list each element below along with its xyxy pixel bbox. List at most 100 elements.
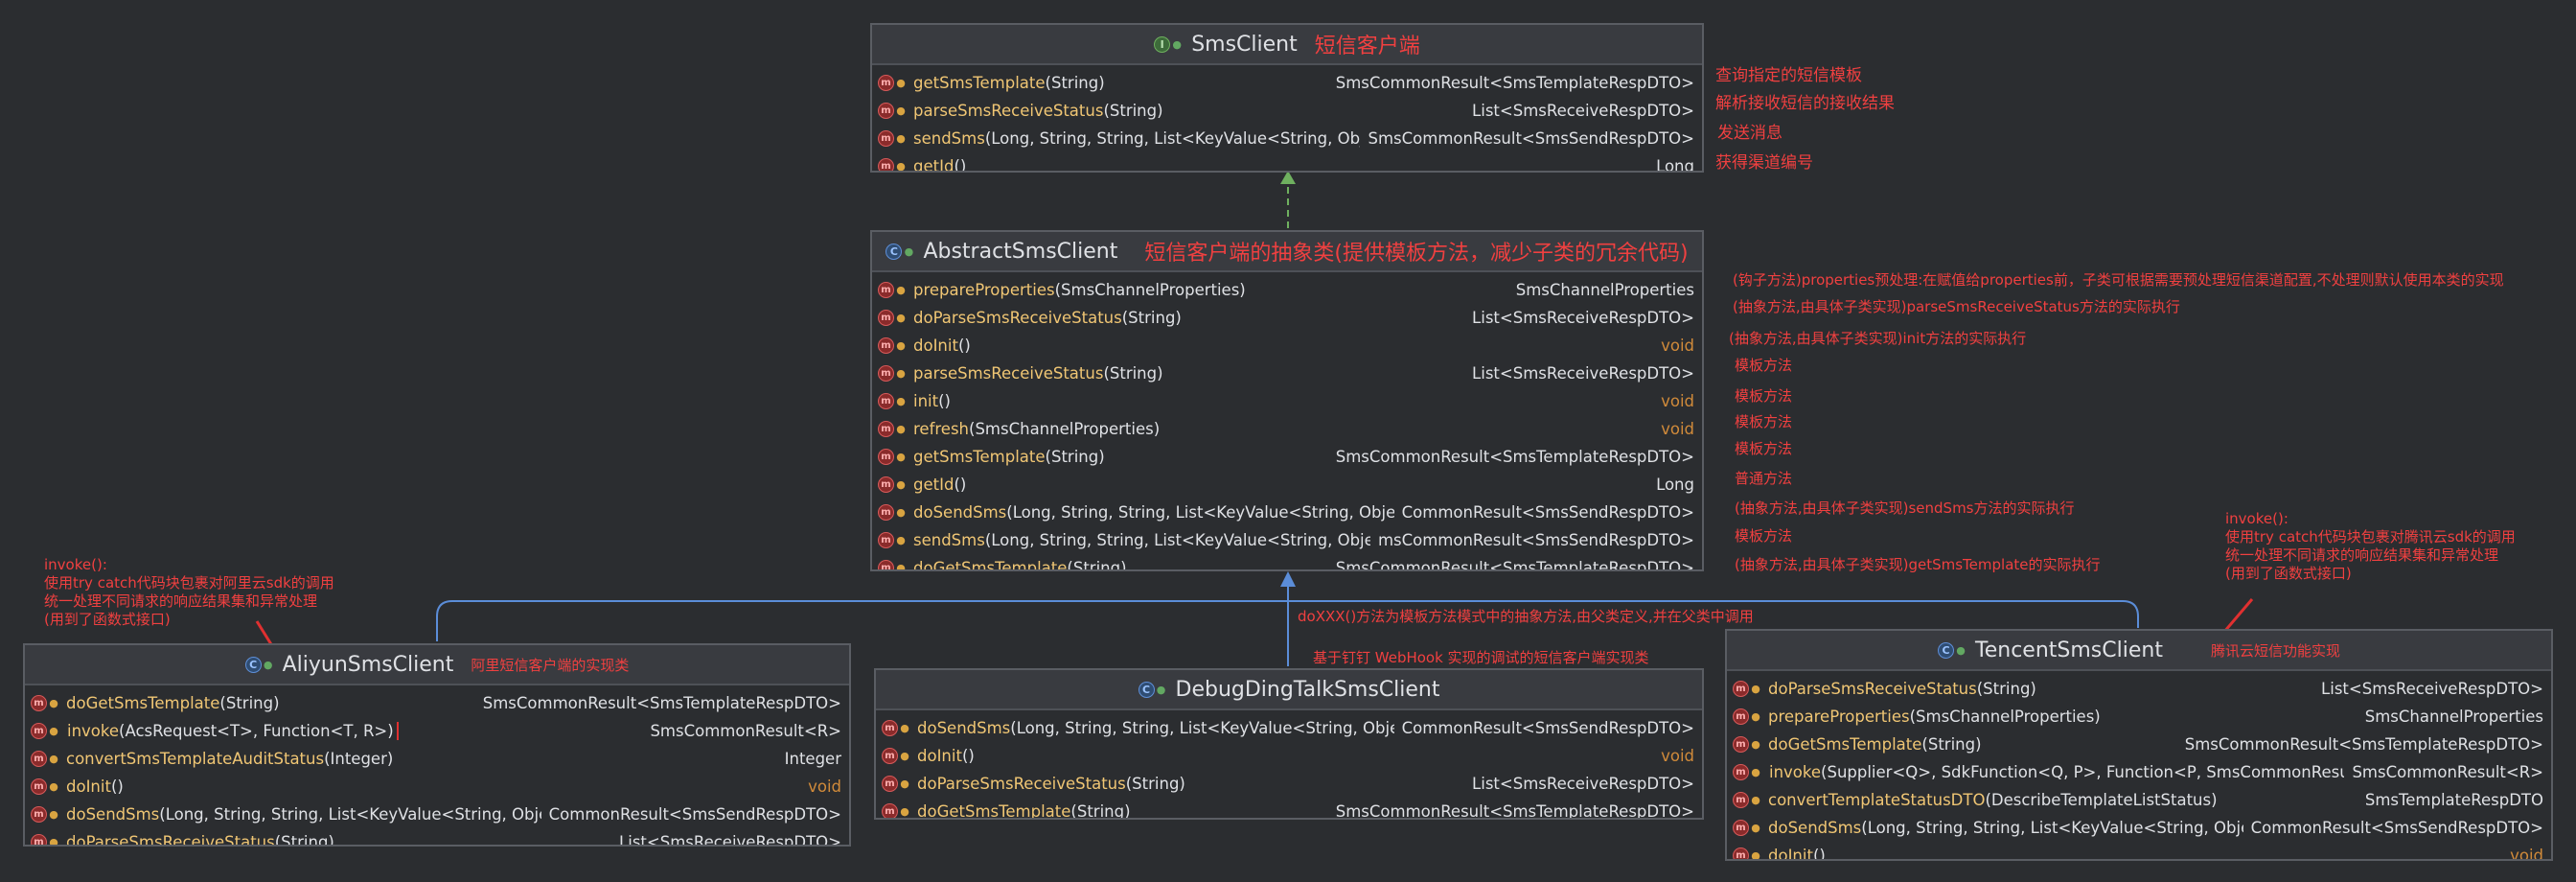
method-icon: m — [1733, 764, 1749, 780]
method-row[interactable]: m ● doGetSmsTemplate(String) SmsCommonResul… — [872, 554, 1702, 569]
method-row[interactable]: m ● doSendSms(Long, String, String, List<K… — [25, 801, 849, 828]
public-icon: ● — [904, 244, 914, 258]
method-name: getId — [913, 157, 954, 173]
method-params: () — [954, 157, 967, 173]
method-row[interactable]: m ● prepareProperties(SmsChannelProperties… — [872, 276, 1702, 304]
aliyun-invoke-note: invoke(): 使用try catch代码块包裹对阿里云sdk的调用 统一处… — [44, 556, 334, 628]
method-row[interactable]: m ● doGetSmsTemplate(String) SmsCommonResul… — [876, 798, 1702, 818]
method-row[interactable]: m ● init() void — [872, 387, 1702, 415]
method-row[interactable]: m ● convertTemplateStatusDTO(DescribeTempl… — [1727, 786, 2551, 814]
method-row[interactable]: m ● doSendSms(Long, String, String, List<K… — [1727, 814, 2551, 842]
method-params: (String) — [1103, 364, 1163, 383]
class-note: 阿里短信客户端的实现类 — [471, 656, 630, 674]
method-row[interactable]: m ● getId() Long — [872, 152, 1702, 173]
class-note: 短信客户端 — [1314, 35, 1420, 58]
method-name: getId — [913, 476, 954, 494]
method-icon: m — [1733, 792, 1749, 808]
visibility-icon: ● — [49, 725, 58, 737]
method-row[interactable]: m ● doGetSmsTemplate(String) SmsCommonResul… — [25, 689, 849, 717]
return-type: Long — [1656, 157, 1694, 173]
method-name: refresh — [913, 420, 970, 438]
method-signature: doSendSms(Long, String, String, List<Key… — [1768, 819, 2243, 837]
method-name: convertSmsTemplateAuditStatus — [66, 750, 325, 768]
method-row[interactable]: m ● invoke(Supplier<Q>, SdkFunction<Q, P>,… — [1727, 758, 2551, 786]
visibility-icon: ● — [900, 750, 909, 762]
inheritance-arrowhead — [1280, 571, 1296, 587]
note-parseSmsReceiveStatus: 模板方法 — [1735, 357, 1793, 374]
method-row[interactable]: m ● sendSms(Long, String, String, List<Key… — [872, 526, 1702, 554]
method-signature: doInit() — [66, 778, 800, 796]
aliyun-sms-client-class[interactable]: C ● AliyunSmsClient 阿里短信客户端的实现类 m ● doGetSm… — [23, 643, 851, 847]
method-name: sendSms — [913, 531, 985, 549]
method-row[interactable]: m ● doParseSmsReceiveStatus(String) List<Sm… — [1727, 675, 2551, 703]
method-row[interactable]: m ● doGetSmsTemplate(String) SmsCommonResul… — [1727, 731, 2551, 758]
method-signature: convertSmsTemplateAuditStatus(Integer) — [66, 750, 777, 768]
return-type: List<SmsReceiveRespDTO> — [1472, 102, 1694, 120]
method-row[interactable]: m ● invoke(AcsRequest<T>, Function<T, R>) S… — [25, 717, 849, 745]
method-icon: m — [31, 806, 47, 823]
method-name: getSmsTemplate — [913, 448, 1046, 466]
method-row[interactable]: m ● doInit() void — [25, 773, 849, 801]
return-type: CommonResult<SmsSendRespDTO> — [1401, 503, 1694, 522]
method-row[interactable]: m ● doParseSmsReceiveStatus(String) List<Sm… — [25, 828, 849, 847]
return-type: List<SmsReceiveRespDTO> — [619, 833, 841, 847]
return-type: msCommonResult<SmsSendRespDTO> — [1377, 531, 1694, 549]
method-row[interactable]: m ● refresh(SmsChannelProperties) void — [872, 415, 1702, 443]
method-icon: m — [1733, 681, 1749, 697]
visibility-icon: ● — [1751, 683, 1760, 695]
class-icon: C — [244, 656, 262, 673]
visibility-icon: ● — [896, 478, 906, 491]
class-icon: C — [1138, 681, 1155, 698]
method-params: (Long, String, String, List<KeyValue<Str… — [1006, 503, 1394, 522]
method-row[interactable]: m ● getSmsTemplate(String) SmsCommonResult<… — [872, 443, 1702, 471]
method-name: doParseSmsReceiveStatus — [1768, 680, 1977, 698]
method-params: (Integer) — [324, 750, 394, 768]
method-row[interactable]: m ● doInit() void — [876, 742, 1702, 770]
visibility-icon: ● — [900, 778, 909, 790]
method-signature: doParseSmsReceiveStatus(String) — [1768, 680, 2313, 698]
method-row[interactable]: m ● getId() Long — [872, 471, 1702, 499]
method-name: doInit — [913, 337, 958, 355]
method-row[interactable]: m ● doInit() void — [872, 332, 1702, 360]
method-row[interactable]: m ● getSmsTemplate(String) SmsCommonResult<… — [872, 69, 1702, 97]
method-row[interactable]: m ● doSendSms(Long, String, String, List<K… — [872, 499, 1702, 526]
note-init: 模板方法 — [1735, 387, 1793, 405]
method-signature: refresh(SmsChannelProperties) — [913, 420, 1653, 438]
tencent-sms-client-class[interactable]: C ● TencentSmsClient 腾讯云短信功能实现 m ● doParseS… — [1725, 629, 2553, 861]
return-type: void — [1661, 747, 1694, 765]
sms-client-interface[interactable]: I ● SmsClient 短信客户端 m ● getSmsTemplate(Stri… — [870, 23, 1704, 173]
method-signature: doGetSmsTemplate(String) — [66, 694, 475, 712]
method-row[interactable]: m ● prepareProperties(SmsChannelProperties… — [1727, 703, 2551, 731]
method-icon: m — [878, 449, 894, 465]
method-name: doInit — [1768, 847, 1813, 861]
method-list: m ● prepareProperties(SmsChannelProperties… — [872, 272, 1702, 569]
return-type: void — [2510, 847, 2543, 861]
method-icon: m — [878, 532, 894, 548]
method-name: doSendSms — [66, 805, 160, 824]
method-icon: m — [878, 130, 894, 147]
return-type: void — [1661, 392, 1694, 410]
class-name: AliyunSmsClient — [282, 652, 454, 677]
method-params: (AcsRequest<T>, Function<T, R>) — [119, 722, 394, 740]
return-type: List<SmsReceiveRespDTO> — [1472, 775, 1694, 793]
method-signature: invoke(Supplier<Q>, SdkFunction<Q, P>, F… — [1768, 763, 2345, 781]
method-icon: m — [878, 504, 894, 521]
method-row[interactable]: m ● doSendSms(Long, String, String, List<K… — [876, 714, 1702, 742]
method-signature: parseSmsReceiveStatus(String) — [913, 364, 1464, 383]
method-row[interactable]: m ● doParseSmsReceiveStatus(String) List<Sm… — [872, 304, 1702, 332]
method-signature: getId() — [913, 476, 1648, 494]
method-icon: m — [882, 748, 898, 764]
method-row[interactable]: m ● parseSmsReceiveStatus(String) List<SmsR… — [872, 360, 1702, 387]
debug-dingtalk-sms-client-class[interactable]: C ● DebugDingTalkSmsClient m ● doSendSms(Lo… — [874, 668, 1704, 820]
visibility-icon: ● — [896, 160, 906, 173]
method-list: m ● getSmsTemplate(String) SmsCommonResult<… — [872, 65, 1702, 173]
method-row[interactable]: m ● convertSmsTemplateAuditStatus(Integer)… — [25, 745, 849, 773]
method-params: (SmsChannelProperties) — [969, 420, 1161, 438]
abstract-sms-client-class[interactable]: C ● AbstractSmsClient 短信客户端的抽象类(提供模板方法，减少… — [870, 230, 1704, 571]
method-params: (String) — [1121, 309, 1182, 327]
method-row[interactable]: m ● doInit() void — [1727, 842, 2551, 861]
method-row[interactable]: m ● sendSms(Long, String, String, List<Key… — [872, 125, 1702, 152]
method-row[interactable]: m ● parseSmsReceiveStatus(String) List<SmsR… — [872, 97, 1702, 125]
method-name: doInit — [66, 778, 111, 796]
method-row[interactable]: m ● doParseSmsReceiveStatus(String) List<Sm… — [876, 770, 1702, 798]
